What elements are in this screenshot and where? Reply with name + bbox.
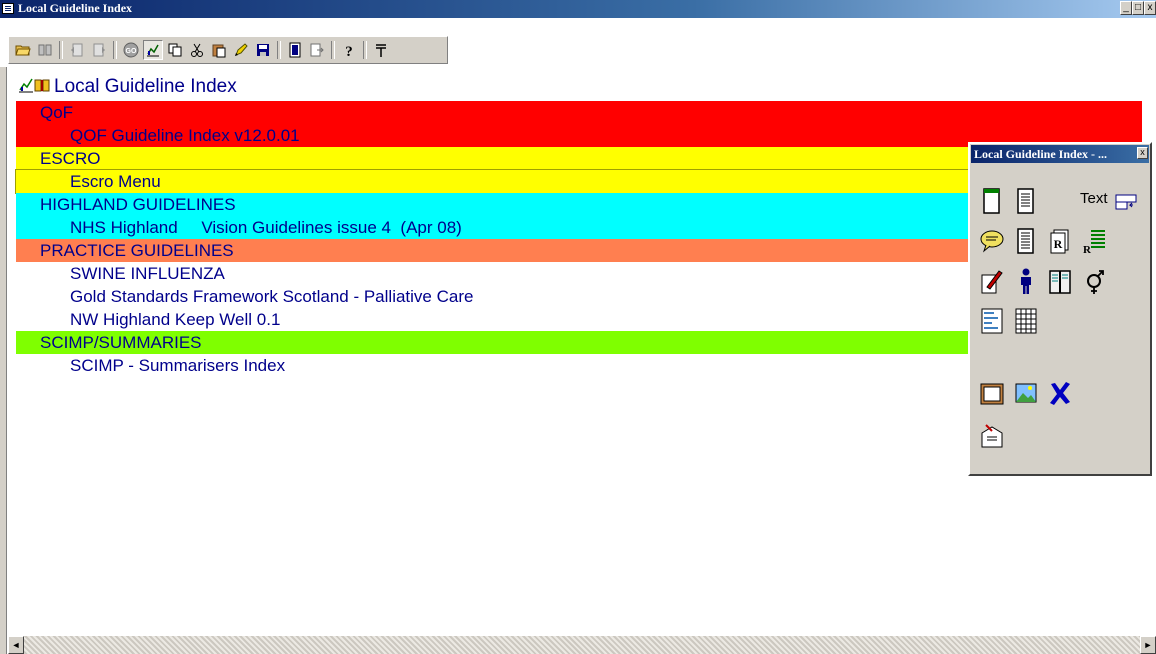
app-icon [2, 3, 14, 14]
open-book-icon[interactable] [1046, 266, 1074, 296]
svg-text:R: R [1054, 237, 1063, 251]
palette-close-button[interactable]: x [1137, 147, 1148, 159]
toolbar-separator [363, 41, 367, 59]
person-icon[interactable] [1012, 266, 1040, 296]
svg-text:GO: GO [126, 48, 137, 55]
title-bar[interactable]: Local Guideline Index _ □ x [0, 0, 1156, 18]
minimize-button[interactable]: _ [1120, 1, 1132, 15]
toolbar-separator [277, 41, 281, 59]
tree-root-label: Local Guideline Index [54, 76, 237, 97]
book-icon [34, 77, 50, 98]
list-icon[interactable] [285, 40, 305, 60]
tree-category-row[interactable]: QoF [16, 101, 1142, 124]
toolbar-strip: GO ? [8, 36, 448, 64]
page-icon[interactable] [978, 186, 1006, 216]
chart-icon[interactable] [143, 40, 163, 60]
svg-text:?: ? [345, 44, 353, 58]
close-button[interactable]: x [1144, 1, 1156, 15]
toolbar-separator [331, 41, 335, 59]
gender-icon[interactable] [1080, 266, 1108, 296]
book-icon[interactable] [35, 40, 55, 60]
scroll-left-button[interactable]: ◄ [8, 636, 24, 654]
maximize-button[interactable]: □ [1132, 1, 1144, 15]
prev-page-icon[interactable] [67, 40, 87, 60]
cut-icon[interactable] [187, 40, 207, 60]
rx-list-icon[interactable]: R [1080, 226, 1108, 256]
menu-icon[interactable] [371, 40, 391, 60]
window-left-border [0, 18, 7, 654]
edit-icon[interactable] [231, 40, 251, 60]
picture-frame-icon[interactable] [978, 378, 1006, 408]
save-icon[interactable] [253, 40, 273, 60]
landscape-image-icon[interactable] [1012, 378, 1040, 408]
svg-text:R: R [1083, 244, 1092, 255]
palette-title[interactable]: Local Guideline Index - ... [971, 145, 1149, 163]
floating-palette: Local Guideline Index - ... x Text R R [968, 142, 1152, 476]
delete-icon[interactable] [1046, 378, 1074, 408]
text-label[interactable]: Text [1080, 190, 1108, 207]
go-icon[interactable]: GO [121, 40, 141, 60]
toolbar-separator [59, 41, 63, 59]
copy-icon[interactable] [165, 40, 185, 60]
document-icon[interactable] [1012, 186, 1040, 216]
next-page-icon[interactable] [89, 40, 109, 60]
inbox-icon[interactable] [978, 420, 1006, 450]
horizontal-scrollbar[interactable]: ◄ ► [8, 636, 1156, 654]
chart-icon [18, 77, 34, 98]
note-icon[interactable] [1012, 226, 1040, 256]
help-icon[interactable]: ? [339, 40, 359, 60]
paste-icon[interactable] [209, 40, 229, 60]
open-folder-icon[interactable] [13, 40, 33, 60]
window-controls: _ □ x [1120, 1, 1156, 16]
grid-icon[interactable] [1012, 306, 1040, 336]
prescription-icon[interactable]: R [1046, 226, 1074, 256]
window-title: Local Guideline Index [18, 1, 133, 15]
form-icon[interactable] [978, 306, 1006, 336]
toolbar-separator [113, 41, 117, 59]
pen-form-icon[interactable] [978, 266, 1006, 296]
toolbar: GO ? [0, 18, 1156, 67]
export-icon[interactable] [307, 40, 327, 60]
speech-bubble-icon[interactable] [978, 226, 1006, 256]
tree-root[interactable]: Local Guideline Index [18, 76, 237, 98]
application-window: Local Guideline Index _ □ x GO ? Local G… [0, 0, 1156, 654]
link-box-icon[interactable] [1112, 186, 1140, 216]
scroll-right-button[interactable]: ► [1140, 636, 1156, 654]
